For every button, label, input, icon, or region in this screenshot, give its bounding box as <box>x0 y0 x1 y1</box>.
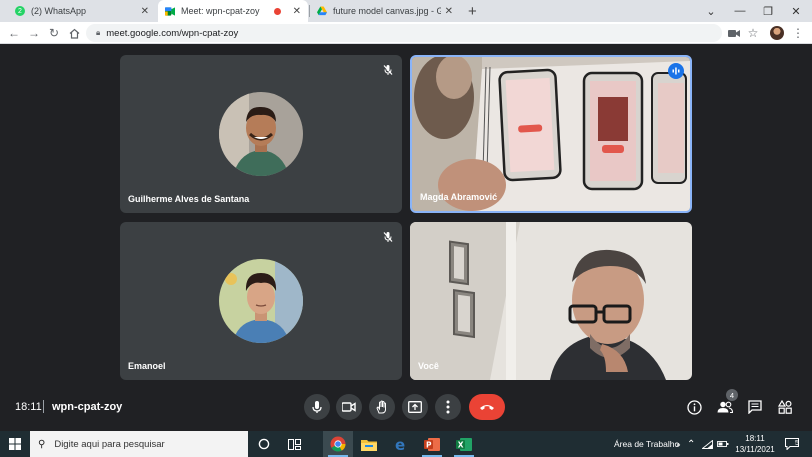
meeting-code: wpn-cpat-zoy <box>52 401 123 413</box>
toolbar-expand-icon[interactable]: » <box>676 431 680 457</box>
reload-icon[interactable]: ↻ <box>46 25 62 41</box>
participant-tile[interactable]: Guilherme Alves de Santana <box>120 55 402 213</box>
tab-google-drive[interactable]: future model canvas.jpg - Googl ✕ <box>310 0 460 22</box>
browser-toolbar: ← → ↻ 🔒︎ meet.google.com/wpn-cpat-zoy ☆ … <box>0 22 812 44</box>
forward-icon[interactable]: → <box>26 25 42 41</box>
meeting-details-button[interactable] <box>685 398 703 416</box>
mic-off-icon <box>382 63 394 75</box>
self-video <box>410 222 692 380</box>
participant-name: Guilherme Alves de Santana <box>128 194 250 204</box>
meet-icon <box>165 6 175 16</box>
participant-name: Emanoel <box>128 361 166 371</box>
bookmark-star-icon[interactable]: ☆ <box>745 25 761 41</box>
cortana-icon[interactable] <box>249 431 279 457</box>
windows-taskbar: ⚲ Digite aqui para pesquisar e P X Área … <box>0 431 812 457</box>
raise-hand-button[interactable] <box>369 394 395 420</box>
speaking-indicator-icon <box>668 63 684 79</box>
battery-icon[interactable] <box>717 431 729 457</box>
close-tab-icon[interactable]: ✕ <box>141 6 149 17</box>
divider <box>43 400 44 413</box>
restore-icon[interactable]: ❐ <box>754 0 782 22</box>
whatsapp-icon: 2 <box>15 6 25 16</box>
chrome-icon[interactable] <box>323 431 353 457</box>
clock-date: 13/11/2021 <box>735 445 775 454</box>
participant-avatar <box>219 259 303 343</box>
tab-meet[interactable]: Meet: wpn-cpat-zoy ✕ <box>158 0 308 22</box>
search-placeholder: Digite aqui para pesquisar <box>54 438 165 450</box>
participant-name: Magda Abramović <box>420 192 498 202</box>
powerpoint-icon[interactable]: P <box>417 431 447 457</box>
microphone-toggle-button[interactable] <box>304 394 330 420</box>
participant-tile-active-speaker[interactable]: Magda Abramović <box>410 55 692 213</box>
present-icon <box>408 401 422 413</box>
close-tab-icon[interactable]: ✕ <box>293 6 301 17</box>
new-tab-icon[interactable]: + <box>468 3 477 20</box>
meeting-clock: 18:11 <box>15 401 42 413</box>
windows-logo-icon <box>9 438 21 450</box>
task-view-icon[interactable] <box>279 431 309 457</box>
start-button[interactable] <box>0 431 30 457</box>
svg-text:X: X <box>458 440 464 449</box>
meet-stage: Guilherme Alves de Santana Magda Abramov… <box>0 45 812 431</box>
desktop-toolbar-label[interactable]: Área de Trabalho <box>614 431 679 457</box>
chat-button[interactable] <box>746 398 764 416</box>
close-tab-icon[interactable]: ✕ <box>445 6 453 17</box>
activities-button[interactable] <box>776 398 794 416</box>
show-hidden-icons-chevron-icon[interactable]: ⌃ <box>687 431 695 457</box>
mic-off-icon <box>382 230 394 242</box>
participant-name: Você <box>418 361 439 371</box>
clock-time: 18:11 <box>745 434 765 443</box>
lock-icon: 🔒︎ <box>96 28 101 37</box>
info-icon <box>686 399 702 415</box>
participant-avatar <box>219 92 303 176</box>
participant-tile-self[interactable]: Você <box>410 222 692 380</box>
camera-permission-icon[interactable] <box>726 25 742 41</box>
activities-shapes-icon <box>778 400 792 414</box>
tab-search-chevron-icon[interactable]: ⌄ <box>697 0 725 22</box>
tab-title: Meet: wpn-cpat-zoy <box>181 6 260 16</box>
tab-title: (2) WhatsApp <box>31 6 87 16</box>
svg-text:e: e <box>395 437 405 452</box>
video-camera-icon <box>342 402 356 412</box>
profile-avatar[interactable] <box>770 26 784 40</box>
participant-video <box>412 57 690 211</box>
tab-divider <box>309 5 310 17</box>
present-screen-button[interactable] <box>402 394 428 420</box>
chat-icon <box>748 400 762 414</box>
recording-indicator-icon <box>273 7 281 15</box>
taskbar-clock[interactable]: 18:11 13/11/2021 <box>734 433 776 455</box>
home-icon[interactable] <box>66 25 82 41</box>
back-icon[interactable]: ← <box>6 25 22 41</box>
participant-tile[interactable]: Emanoel <box>120 222 402 380</box>
notification-count-badge: 5 <box>795 439 799 447</box>
file-explorer-icon[interactable] <box>354 431 384 457</box>
svg-text:P: P <box>426 440 432 449</box>
tab-title: future model canvas.jpg - Googl <box>333 6 441 16</box>
tab-whatsapp[interactable]: 2 (2) WhatsApp ✕ <box>8 0 156 22</box>
address-bar[interactable]: 🔒︎ meet.google.com/wpn-cpat-zoy <box>86 24 722 42</box>
search-icon: ⚲ <box>38 438 46 450</box>
url-text: meet.google.com/wpn-cpat-zoy <box>106 27 239 39</box>
hand-icon <box>376 400 386 414</box>
hang-up-icon <box>480 405 494 410</box>
minimize-icon[interactable]: — <box>726 0 754 22</box>
browser-tab-bar: 2 (2) WhatsApp ✕ Meet: wpn-cpat-zoy ✕ fu… <box>0 0 812 22</box>
more-options-button[interactable] <box>435 394 461 420</box>
taskbar-search-box[interactable]: ⚲ Digite aqui para pesquisar <box>30 431 248 457</box>
camera-toggle-button[interactable] <box>336 394 362 420</box>
people-icon <box>717 401 733 413</box>
edge-icon[interactable]: e <box>386 431 416 457</box>
browser-menu-icon[interactable]: ⋮ <box>790 25 806 41</box>
google-drive-icon <box>317 6 327 16</box>
people-count-badge: 4 <box>726 389 738 401</box>
close-window-icon[interactable]: ✕ <box>782 0 810 22</box>
excel-icon[interactable]: X <box>449 431 479 457</box>
leave-call-button[interactable] <box>469 394 505 420</box>
network-icon[interactable] <box>702 431 713 457</box>
more-vert-icon <box>446 400 450 414</box>
microphone-icon <box>312 401 322 413</box>
